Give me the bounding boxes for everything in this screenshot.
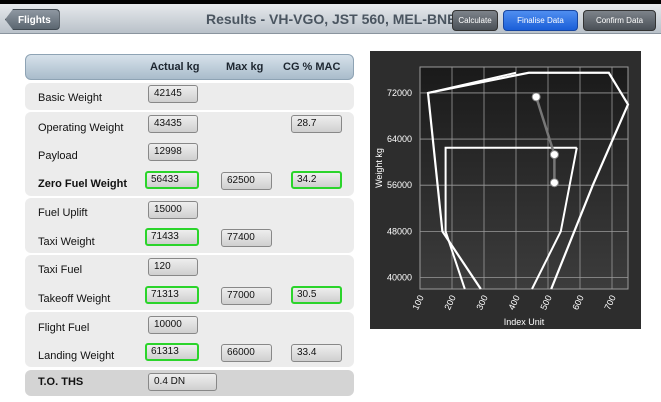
x-tick-label: 100: [410, 294, 425, 312]
max-field: 66000: [221, 344, 272, 362]
row-label: Payload: [38, 150, 78, 162]
weight-balance-table: Actual kg Max kg CG % MAC Basic Weight 4…: [25, 54, 354, 396]
y-axis-label: Weight kg: [374, 148, 384, 188]
actual-field: 71433: [145, 228, 199, 246]
table-header: Actual kg Max kg CG % MAC: [25, 54, 354, 80]
cg-field: 28.7: [291, 115, 342, 133]
row-label: Operating Weight: [38, 122, 124, 134]
navigation-bar: Flights Results - VH-VGO, JST 560, MEL-B…: [0, 4, 661, 34]
x-tick-label: 400: [506, 294, 521, 312]
y-tick-label: 56000: [387, 180, 412, 190]
actual-field: 43435: [148, 115, 198, 133]
cg-field: 34.2: [291, 171, 342, 189]
x-tick-label: 300: [474, 294, 489, 312]
actual-field: 71313: [145, 286, 199, 304]
actual-field: 12998: [148, 143, 198, 161]
y-tick-label: 48000: [387, 226, 412, 236]
cg-envelope-chart: 100 200 300 400 500 600 700 40000 48000 56000 6400…: [370, 51, 641, 329]
header-cg: CG % MAC: [283, 61, 341, 73]
actual-field: 56433: [145, 171, 199, 189]
row-label: Basic Weight: [38, 92, 102, 104]
row-label: Taxi Weight: [38, 236, 95, 248]
x-tick-label: 200: [442, 294, 457, 312]
trim-point: [549, 178, 559, 188]
x-axis-label: Index Unit: [504, 317, 545, 327]
max-field: 62500: [221, 172, 272, 190]
cg-field: 30.5: [291, 286, 342, 304]
row-label: Takeoff Weight: [38, 293, 111, 305]
x-tick-label: 500: [538, 294, 553, 312]
trim-point: [531, 92, 541, 102]
actual-field: 10000: [148, 316, 198, 334]
header-actual: Actual kg: [150, 61, 200, 73]
max-field: 77000: [221, 287, 272, 305]
row-label: Taxi Fuel: [38, 264, 83, 276]
x-tick-label: 700: [602, 294, 617, 312]
cg-field: 33.4: [291, 344, 342, 362]
trim-point: [549, 150, 559, 160]
row-label: Landing Weight: [38, 350, 115, 362]
page-title: Results - VH-VGO, JST 560, MEL-BNE: [206, 11, 457, 27]
row-label: Flight Fuel: [38, 322, 90, 334]
row-label: Zero Fuel Weight: [38, 178, 128, 190]
actual-field: 61313: [145, 343, 199, 361]
actual-field: 42145: [148, 85, 198, 103]
back-button[interactable]: Flights: [5, 9, 60, 30]
y-tick-label: 64000: [387, 134, 412, 144]
calculate-button[interactable]: Calculate: [452, 10, 498, 31]
x-tick-label: 600: [570, 294, 585, 312]
row-label: Fuel Uplift: [38, 207, 88, 219]
chart-svg: 100 200 300 400 500 600 700 40000 48000 56000 6400…: [374, 66, 630, 327]
ths-label: T.O. THS: [38, 376, 84, 388]
actual-field: 15000: [148, 201, 198, 219]
y-tick-label: 72000: [387, 88, 412, 98]
ths-field: 0.4 DN: [148, 373, 217, 391]
header-max: Max kg: [226, 61, 264, 73]
confirm-data-button[interactable]: Confirm Data: [583, 10, 656, 31]
actual-field: 120: [148, 258, 198, 276]
finalise-data-button[interactable]: Finalise Data: [503, 10, 578, 31]
max-field: 77400: [221, 229, 272, 247]
y-tick-label: 40000: [387, 272, 412, 282]
